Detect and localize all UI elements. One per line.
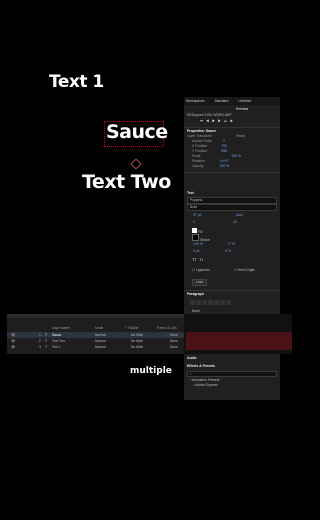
comp-text-sauce[interactable]: Sauce: [106, 121, 168, 143]
leading-value[interactable]: Auto: [236, 213, 243, 217]
project-name: DEDuppen 3 BG WORD.AEP: [187, 113, 232, 117]
layer-parent[interactable]: None: [170, 339, 178, 343]
fill-swatch[interactable]: [192, 228, 197, 233]
stroke-row[interactable]: Stroke: [184, 234, 280, 242]
ligatures-checkbox[interactable]: ☐ Ligatures: [192, 268, 210, 272]
transform-list: Anchor Point 0 X Position 702 Y Position 89…: [184, 139, 280, 169]
effects-search-input[interactable]: ⌕: [187, 371, 277, 377]
hindi-digits-label: Hindi Digits: [237, 268, 255, 272]
anchor-point-icon[interactable]: [130, 158, 142, 170]
adobe-express-label: Adobe Express: [194, 383, 218, 387]
less-button[interactable]: Less: [192, 279, 208, 286]
animation-presets-item[interactable]: › Animation Presets: [184, 378, 280, 382]
baseline-shift-value[interactable]: 0 px: [187, 249, 199, 253]
col-mode: Mode: [95, 326, 104, 330]
font-family-dropdown[interactable]: Poppins: [187, 197, 277, 204]
tracking-value[interactable]: -10: [232, 220, 237, 224]
ligatures-label: Ligatures: [195, 268, 210, 272]
opacity-label: Opacity: [192, 164, 204, 168]
layer-name[interactable]: Text 1: [52, 345, 61, 349]
timeline-panel: Layer Name Mode T TrkMat Parent & Link 👁…: [7, 314, 184, 354]
col-parent: Parent & Link: [157, 326, 177, 330]
caption-text: multiple: [130, 366, 172, 376]
hindi-digits-checkbox[interactable]: ☐ Hindi Digits: [234, 268, 255, 272]
animation-presets-label: Animation Presets: [191, 378, 220, 382]
audio-title: Audio: [187, 356, 197, 360]
layer-trkmat[interactable]: No Matt: [131, 345, 143, 349]
paragraph-title: Paragraph: [187, 292, 204, 296]
layer-name[interactable]: Text Two: [52, 339, 65, 343]
timeline-header: Layer Name Mode T TrkMat Parent & Link: [7, 325, 184, 331]
timeline-clip-area[interactable]: [184, 314, 292, 354]
effects-presets-title: Effects & Presets: [187, 364, 215, 368]
tab-workspaces[interactable]: Workspaces: [186, 99, 205, 103]
small-caps-button[interactable]: Tᴛ: [199, 257, 203, 262]
layer-trkmat[interactable]: No Matt: [131, 339, 143, 343]
font-style-dropdown[interactable]: Bold: [187, 204, 277, 211]
layer-number: 2: [39, 339, 41, 343]
tsume-value[interactable]: 0 %: [225, 249, 231, 253]
layer-transform-label: Layer Transform: [187, 134, 212, 138]
layer-number: 3: [39, 345, 41, 349]
comp-text-1[interactable]: Text 1: [49, 72, 104, 92]
text-section-title: Text: [187, 191, 194, 195]
layer-mode[interactable]: Normal: [95, 345, 106, 349]
playback-controls[interactable]: ⏮ ◀ ▶ ▶ ⏭ ▣: [184, 119, 280, 123]
more-button[interactable]: More: [192, 309, 200, 313]
layer-parent[interactable]: None: [170, 345, 178, 349]
adobe-express-item[interactable]: › Adobe Express: [184, 383, 280, 387]
layer-parent[interactable]: None: [170, 333, 178, 337]
col-trkmat: T TrkMat: [125, 326, 138, 330]
tab-standard[interactable]: Standard: [215, 99, 229, 103]
font-size-value[interactable]: 37 px: [187, 213, 201, 217]
reset-link[interactable]: Reset: [236, 134, 245, 138]
scale-value[interactable]: 100 %: [231, 154, 241, 159]
layer-number: 1: [39, 333, 41, 337]
opacity-value[interactable]: 100 %: [219, 164, 229, 169]
layer-trkmat[interactable]: No Matt: [131, 333, 143, 337]
table-row[interactable]: 👁 3 T Text 1 Normal No Matt None: [7, 344, 184, 350]
vertical-scale-value[interactable]: 77 %: [227, 242, 235, 246]
horizontal-scale-value[interactable]: 100 %: [187, 242, 203, 246]
y-position-value[interactable]: 896: [221, 149, 227, 154]
all-caps-button[interactable]: TT: [192, 257, 197, 262]
kerning-value[interactable]: 0: [187, 220, 195, 224]
stroke-swatch[interactable]: [192, 234, 199, 241]
comp-text-two[interactable]: Text Two: [82, 171, 171, 193]
layer-name[interactable]: Sauce: [52, 333, 61, 337]
paragraph-align-buttons[interactable]: [184, 300, 280, 306]
layer-mode[interactable]: Normal: [95, 339, 106, 343]
workspace-tabs: Workspaces Standard Libraries: [184, 97, 280, 105]
caps-buttons[interactable]: TT Tᴛ: [184, 257, 280, 262]
col-layer-name: Layer Name: [52, 326, 70, 330]
layer-clip-bar[interactable]: [186, 344, 292, 350]
tab-libraries[interactable]: Libraries: [238, 99, 251, 103]
layer-mode[interactable]: Normal: [95, 333, 106, 337]
props-title: Properties: Sauce: [187, 129, 216, 133]
